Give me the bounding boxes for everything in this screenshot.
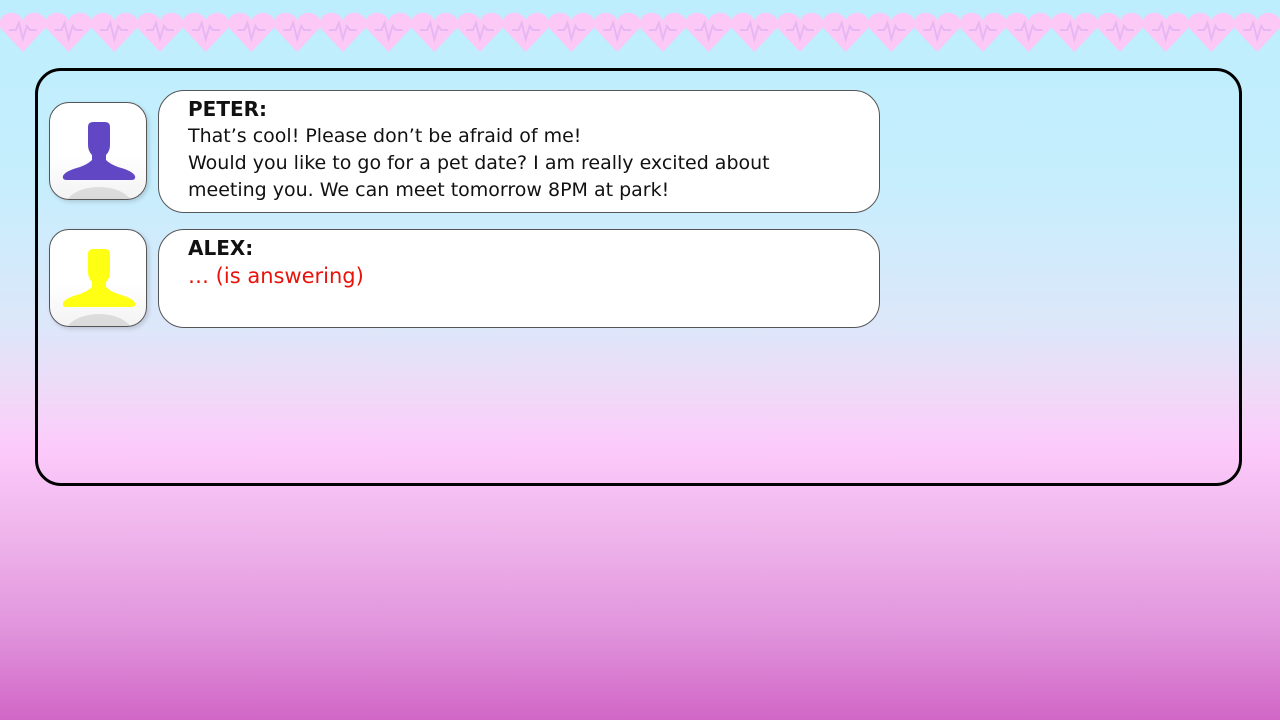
typing-status: … (is answering) (188, 264, 364, 288)
message-line: That’s cool! Please don’t be afraid of m… (188, 125, 582, 147)
message-bubble-alex: ALEX: … (is answering) (158, 229, 880, 328)
heart-shape (44, 12, 93, 52)
sender-name: PETER: (188, 97, 268, 121)
heart-shape (227, 12, 276, 53)
heart-border-decoration (0, 12, 1280, 53)
heart-shape (913, 12, 962, 52)
heart-shape (273, 12, 322, 52)
heart-shape (410, 12, 459, 52)
heart-shape (1187, 12, 1236, 52)
heart-shape (90, 12, 139, 52)
heart-shape (1096, 12, 1144, 52)
avatar-alex (49, 229, 147, 327)
heart-shape (593, 12, 642, 52)
message-bubble-peter: PETER: That’s cool! Please don’t be afra… (158, 90, 880, 213)
user-silhouette-icon (62, 122, 136, 199)
heart-shape (456, 12, 504, 52)
user-silhouette-icon (62, 249, 136, 326)
heart-shape (958, 12, 1007, 52)
heart-shape (776, 12, 824, 53)
avatar-peter (49, 102, 147, 200)
heart-shape (867, 12, 916, 52)
heart-shape (821, 12, 870, 52)
heart-shape (1050, 12, 1099, 53)
heart-shape (501, 12, 550, 53)
message-line: meeting you. We can meet tomorrow 8PM at… (188, 179, 670, 201)
sender-name: ALEX: (188, 236, 254, 260)
heart-shape (638, 12, 687, 52)
heart-shape (0, 12, 47, 52)
message-line: Would you like to go for a pet date? I a… (188, 152, 770, 174)
heart-shape (684, 12, 733, 52)
heart-shape (136, 12, 184, 52)
heart-shape (730, 12, 779, 52)
heart-shape (318, 12, 367, 52)
heart-shape (181, 12, 230, 52)
heart-shape (1004, 12, 1053, 52)
heart-shape (364, 12, 413, 52)
heart-shape (1233, 12, 1280, 52)
heart-shape (547, 12, 596, 52)
heart-shape (1141, 12, 1190, 52)
